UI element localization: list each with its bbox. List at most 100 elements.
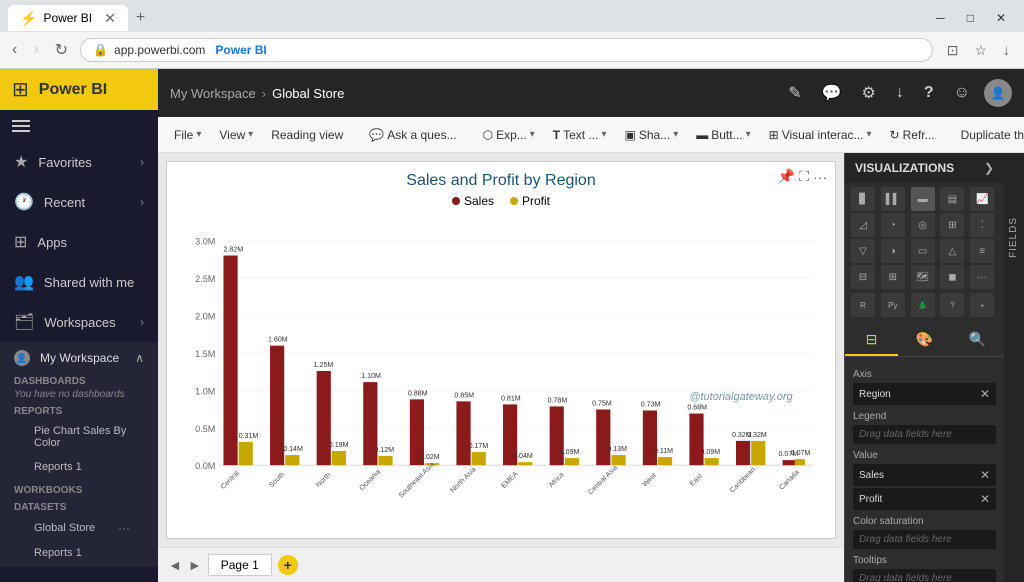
sidebar-dataset-global-store[interactable]: Global Store ··· — [14, 515, 144, 541]
more-options-icon[interactable]: ··· — [813, 168, 827, 185]
tab-close-button[interactable]: ✕ — [104, 10, 116, 27]
new-tab-button[interactable]: + — [128, 5, 153, 31]
viz-scatter-icon[interactable]: ⁚ — [970, 213, 994, 237]
hamburger-icon[interactable] — [12, 120, 30, 132]
viz-filled-map-icon[interactable]: ◼ — [940, 265, 964, 289]
bar-canada-profit — [795, 459, 805, 465]
viz-donut-icon[interactable]: ◎ — [911, 213, 935, 237]
settings-button[interactable]: ⚙ — [856, 77, 882, 109]
viz-stacked-bar-icon[interactable]: ▊ — [851, 187, 875, 211]
sidebar-report-reports1[interactable]: Reports 1 — [14, 455, 144, 479]
star-button[interactable]: ☆ — [968, 38, 993, 63]
bar-caribbean-sales — [736, 441, 750, 465]
sidebar-item-favorites[interactable]: ★ Favorites › — [0, 142, 158, 182]
hamburger-menu[interactable] — [0, 110, 158, 142]
add-page-button[interactable]: + — [278, 555, 298, 575]
download-button[interactable]: ↓ — [997, 38, 1016, 63]
visualizations-collapse-button[interactable]: ❯ — [984, 161, 994, 175]
viz-r-icon[interactable]: R — [851, 293, 875, 317]
browser-tab[interactable]: ⚡ Power BI ✕ — [8, 5, 128, 31]
legend-item-profit: Profit — [510, 194, 550, 208]
file-menu-button[interactable]: File ▾ — [166, 124, 209, 146]
page-prev-button[interactable]: ◄ — [168, 557, 182, 573]
viz-table-icon[interactable]: ⊟ — [851, 265, 875, 289]
download-topbar-button[interactable]: ↓ — [890, 78, 910, 108]
get-data-button[interactable]: ⬆ Get Data — [14, 577, 144, 582]
profit-remove-button[interactable]: ✕ — [980, 492, 990, 506]
pin-icon[interactable]: 📌 — [778, 168, 795, 185]
sidebar-dataset-reports1[interactable]: Reports 1 — [14, 541, 144, 565]
viz-bar-chart-icon[interactable]: ▬ — [911, 187, 935, 211]
refresh-button[interactable]: ↻ Refr... — [882, 124, 943, 146]
ask-question-button[interactable]: 💬 Ask a ques... — [361, 124, 464, 146]
viz-area-icon[interactable]: ◿ — [851, 213, 875, 237]
minimize-button[interactable]: ─ — [926, 7, 955, 29]
refresh-button[interactable]: ↻ — [51, 36, 72, 64]
viz-card-icon[interactable]: ▭ — [911, 239, 935, 263]
sidebar-item-shared[interactable]: 👥 Shared with me — [0, 262, 158, 302]
viz-tab-format[interactable]: 🎨 — [898, 325, 951, 356]
visual-interactions-button[interactable]: ⊞ Visual interac... ▾ — [761, 124, 880, 146]
edit-button[interactable]: ✎ — [782, 77, 807, 109]
url-bar[interactable]: 🔒 app.powerbi.com Power BI — [80, 38, 933, 62]
report-area: 📌 ⛶ ··· Sales and Profit by Region Sales — [158, 153, 1024, 582]
bar-northasia-sales — [456, 401, 470, 465]
emoji-button[interactable]: ☺ — [948, 78, 976, 108]
viz-decomp-icon[interactable]: 🌲 — [911, 293, 935, 317]
viz-matrix-icon[interactable]: ⊞ — [881, 265, 905, 289]
viz-clustered-bar-icon[interactable]: ▌▌ — [881, 187, 905, 211]
reading-view-button[interactable]: Reading view — [263, 124, 351, 146]
explore-button[interactable]: ⬡ Exp... ▾ — [475, 124, 543, 146]
viz-funnel-icon[interactable]: ▽ — [851, 239, 875, 263]
viz-python-icon[interactable]: Py — [881, 293, 905, 317]
viz-slicer-icon[interactable]: ≡ — [970, 239, 994, 263]
page-1-tab[interactable]: Page 1 — [208, 554, 272, 576]
sales-remove-button[interactable]: ✕ — [980, 468, 990, 482]
viz-stacked-col-icon[interactable]: ▤ — [940, 187, 964, 211]
sidebar-item-favorites-label: Favorites — [38, 155, 130, 170]
sidebar-item-my-workspace[interactable]: 👤 My Workspace ∧ — [0, 342, 158, 374]
view-menu-button[interactable]: View ▾ — [211, 124, 261, 146]
close-button[interactable]: ✕ — [986, 7, 1016, 29]
forward-button[interactable]: › — [29, 37, 42, 63]
axis-label: Axis — [853, 369, 996, 380]
fields-sidebar-label[interactable]: FIELDS — [1004, 213, 1023, 262]
page-next-button[interactable]: ► — [188, 557, 202, 573]
viz-qna-icon[interactable]: ? — [940, 293, 964, 317]
viz-gauge-icon[interactable]: ◑ — [881, 239, 905, 263]
text-button[interactable]: T Text ... ▾ — [545, 124, 615, 146]
shapes-button[interactable]: ▣ Sha... ▾ — [617, 124, 687, 146]
sidebar-item-apps[interactable]: ⊞ Apps — [0, 222, 158, 262]
expand-icon[interactable]: ⛶ — [799, 168, 809, 185]
breadcrumb-workspace[interactable]: My Workspace — [170, 86, 256, 101]
legend-placeholder[interactable]: Drag data fields here — [853, 425, 996, 444]
viz-tab-analytics[interactable]: 🔍 — [951, 325, 1004, 356]
viz-treemap-icon[interactable]: ⊞ — [940, 213, 964, 237]
sidebar-item-workspaces[interactable]: 🗂 Workspaces › — [0, 302, 158, 342]
viz-tab-fields[interactable]: ⊟ — [845, 325, 898, 356]
help-button[interactable]: ? — [918, 78, 940, 108]
sidebar-item-recent[interactable]: 🕐 Recent › — [0, 182, 158, 222]
viz-more-icon[interactable]: ··· — [970, 265, 994, 289]
sidebar-report-pie-chart[interactable]: Pie Chart Sales By Color — [14, 419, 144, 455]
duplicate-button[interactable]: Duplicate this ... — [953, 124, 1024, 146]
bar-east-sales — [689, 414, 703, 466]
axis-remove-button[interactable]: ✕ — [980, 387, 990, 401]
viz-line-icon[interactable]: 📈 — [970, 187, 994, 211]
viz-map-icon[interactable]: 🗺 — [911, 265, 935, 289]
maximize-button[interactable]: □ — [957, 7, 984, 29]
chart-legend: Sales Profit — [452, 194, 550, 208]
buttons-button[interactable]: ▬ Butt... ▾ — [688, 124, 758, 146]
back-button[interactable]: ‹ — [8, 37, 21, 63]
viz-pie-icon[interactable]: ◔ — [881, 213, 905, 237]
viz-kpi-icon[interactable]: △ — [940, 239, 964, 263]
report-canvas: 📌 ⛶ ··· Sales and Profit by Region Sales — [166, 161, 836, 539]
bookmark-button[interactable]: ⊡ — [941, 38, 965, 63]
color-saturation-placeholder[interactable]: Drag data fields here — [853, 530, 996, 549]
tooltips-placeholder[interactable]: Drag data fields here — [853, 569, 996, 582]
viz-custom-icon[interactable]: + — [970, 293, 994, 317]
window-controls: ─ □ ✕ — [926, 7, 1016, 29]
dataset-options-icon[interactable]: ··· — [118, 521, 130, 535]
comment-button[interactable]: 💬 — [816, 77, 848, 109]
user-avatar[interactable]: 👤 — [984, 79, 1012, 107]
